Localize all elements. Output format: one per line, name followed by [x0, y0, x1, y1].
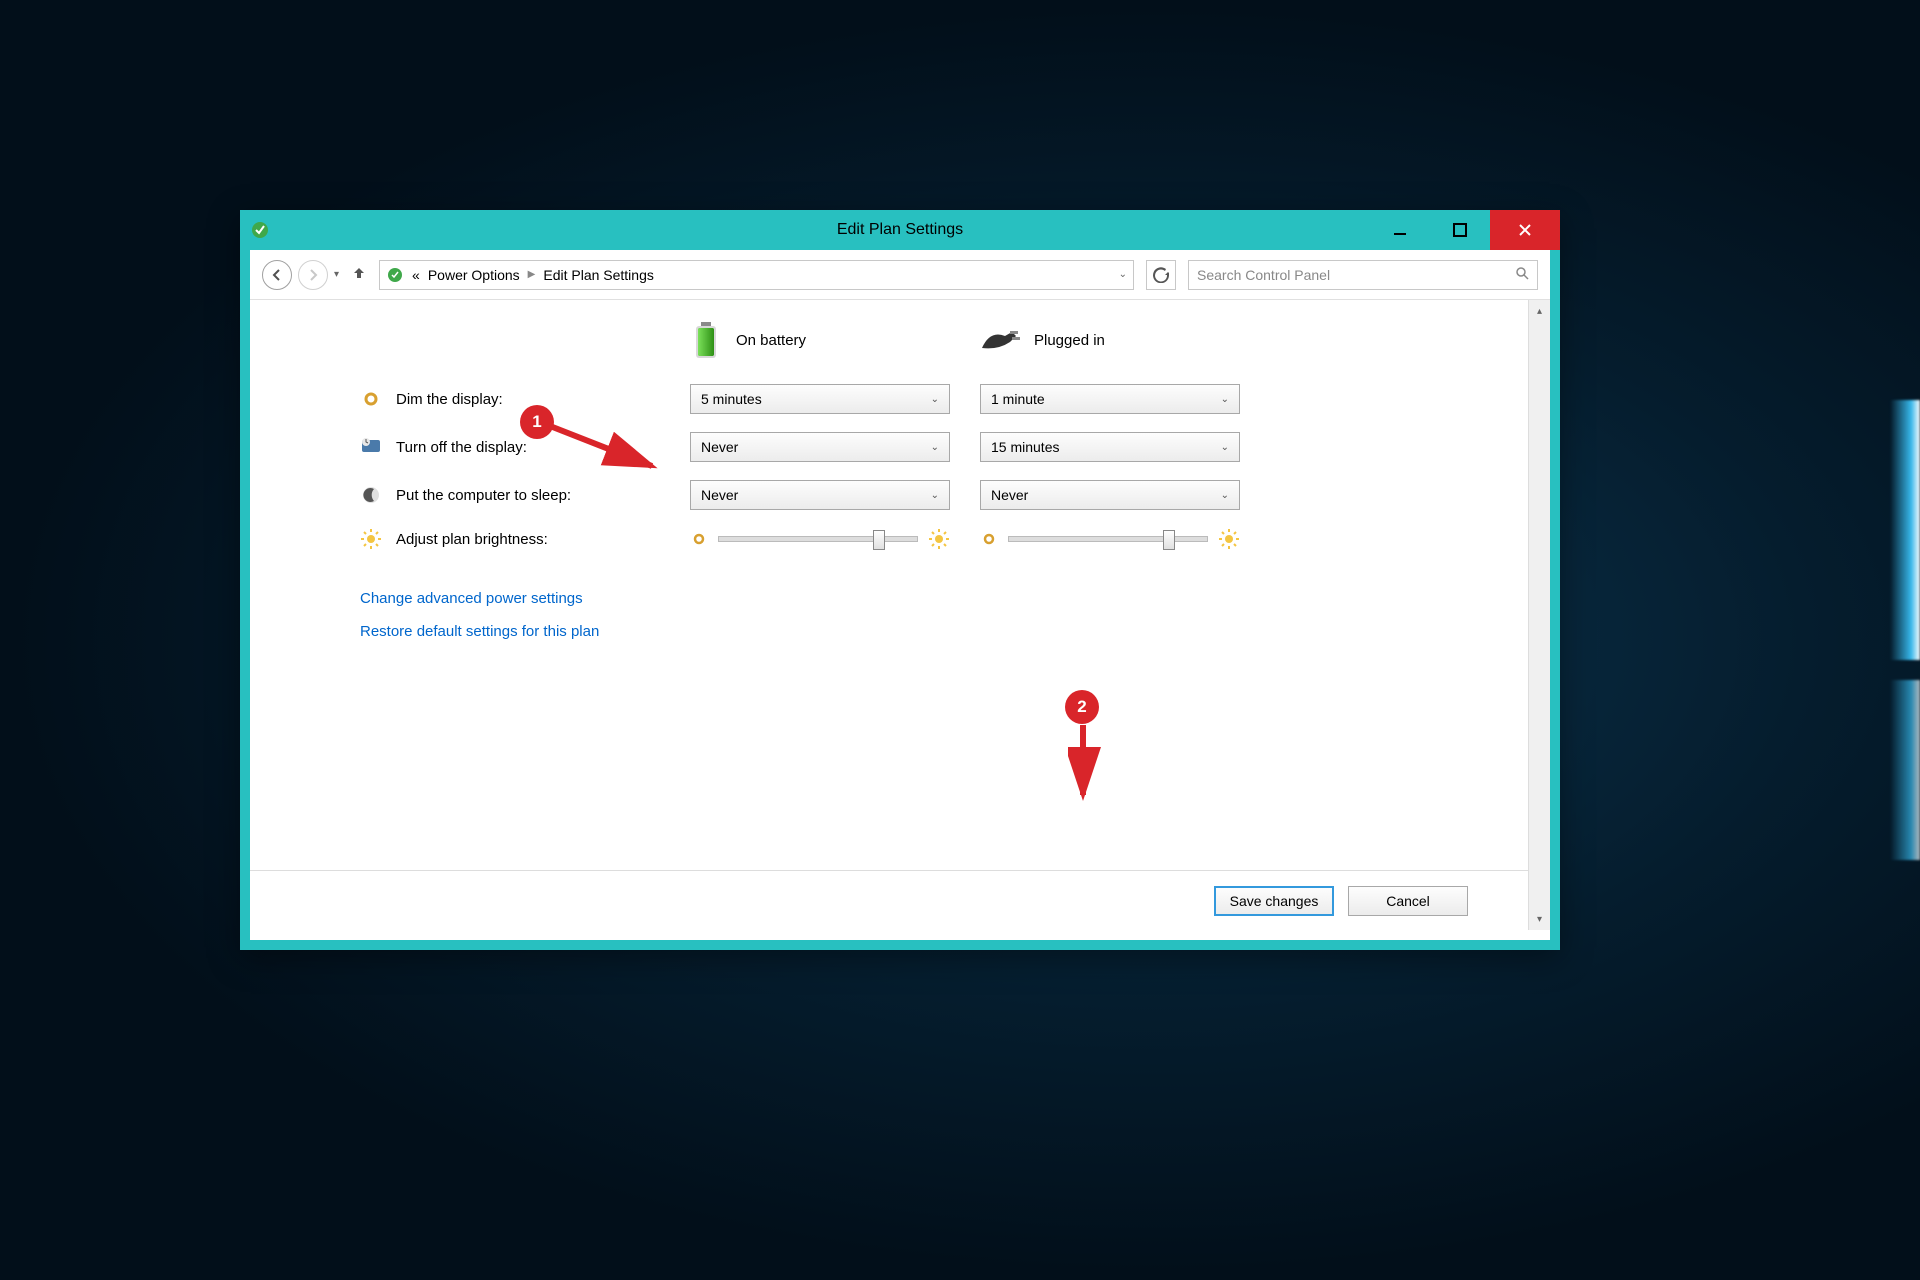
brightness-high-icon — [1218, 528, 1240, 550]
scroll-down-icon[interactable]: ▾ — [1529, 908, 1550, 930]
sleep-icon — [360, 484, 382, 506]
on-battery-header: On battery — [690, 320, 980, 360]
breadcrumb-prefix: « — [412, 267, 420, 283]
desktop-light-streak — [1890, 680, 1920, 860]
cancel-button[interactable]: Cancel — [1348, 886, 1468, 916]
turn-off-display-label: Turn off the display: — [396, 439, 527, 456]
search-input[interactable]: Search Control Panel — [1188, 260, 1538, 290]
restore-defaults-link[interactable]: Restore default settings for this plan — [360, 623, 1498, 640]
power-options-icon — [386, 266, 404, 284]
sleep-label: Put the computer to sleep: — [396, 487, 571, 504]
breadcrumb-item[interactable]: Power Options — [428, 267, 520, 283]
chevron-down-icon: ⌄ — [1221, 442, 1229, 453]
content-area: On battery Plugged in Dim the display: — [250, 300, 1528, 930]
brightness-battery-slider[interactable] — [718, 536, 918, 542]
change-advanced-link[interactable]: Change advanced power settings — [360, 590, 1498, 607]
turn-off-display-icon — [360, 436, 382, 458]
sleep-battery-value: Never — [701, 487, 738, 503]
forward-button[interactable] — [298, 260, 328, 290]
slider-thumb[interactable] — [873, 530, 885, 550]
annotation-arrow-1 — [542, 418, 672, 478]
annotation-badge-2: 2 — [1065, 690, 1099, 724]
battery-icon — [690, 320, 722, 360]
breadcrumb-separator-icon: ▶ — [528, 269, 536, 280]
turnoff-battery-value: Never — [701, 439, 738, 455]
plug-icon — [980, 328, 1020, 352]
breadcrumb-item[interactable]: Edit Plan Settings — [543, 267, 654, 283]
dim-plugged-dropdown[interactable]: 1 minute ⌄ — [980, 384, 1240, 414]
brightness-low-icon — [690, 530, 708, 548]
address-bar[interactable]: « Power Options ▶ Edit Plan Settings ⌄ — [379, 260, 1134, 290]
up-button[interactable] — [351, 265, 367, 284]
desktop-light-streak — [1890, 400, 1920, 660]
edit-plan-settings-window: Edit Plan Settings ▾ « — [240, 210, 1560, 950]
brightness-low-icon — [980, 530, 998, 548]
sleep-plugged-dropdown[interactable]: Never ⌄ — [980, 480, 1240, 510]
save-changes-button[interactable]: Save changes — [1214, 886, 1334, 916]
slider-thumb[interactable] — [1163, 530, 1175, 550]
annotation-badge-1: 1 — [520, 405, 554, 439]
search-placeholder: Search Control Panel — [1197, 267, 1330, 283]
chevron-down-icon: ⌄ — [931, 442, 939, 453]
titlebar[interactable]: Edit Plan Settings — [240, 210, 1560, 250]
chevron-down-icon: ⌄ — [1221, 490, 1229, 501]
dim-battery-value: 5 minutes — [701, 391, 762, 407]
brightness-label: Adjust plan brightness: — [396, 531, 548, 548]
scroll-up-icon[interactable]: ▴ — [1529, 300, 1550, 322]
brightness-plugged-slider[interactable] — [1008, 536, 1208, 542]
chevron-down-icon: ⌄ — [931, 394, 939, 405]
sleep-battery-dropdown[interactable]: Never ⌄ — [690, 480, 950, 510]
vertical-scrollbar[interactable]: ▴ ▾ — [1528, 300, 1550, 930]
on-battery-label: On battery — [736, 332, 806, 349]
dim-display-label: Dim the display: — [396, 391, 503, 408]
button-bar: Save changes Cancel — [250, 870, 1528, 930]
window-title: Edit Plan Settings — [240, 221, 1560, 239]
chevron-down-icon: ⌄ — [1221, 394, 1229, 405]
search-icon — [1515, 266, 1529, 283]
turnoff-battery-dropdown[interactable]: Never ⌄ — [690, 432, 950, 462]
refresh-button[interactable] — [1146, 260, 1176, 290]
brightness-high-icon — [928, 528, 950, 550]
plugged-in-header: Plugged in — [980, 328, 1270, 352]
turnoff-plugged-dropdown[interactable]: 15 minutes ⌄ — [980, 432, 1240, 462]
plugged-in-label: Plugged in — [1034, 332, 1105, 349]
history-chevron-icon[interactable]: ▾ — [334, 269, 339, 280]
dim-display-icon — [360, 388, 382, 410]
chevron-down-icon: ⌄ — [931, 490, 939, 501]
turnoff-plugged-value: 15 minutes — [991, 439, 1059, 455]
address-dropdown-icon[interactable]: ⌄ — [1119, 269, 1127, 280]
dim-plugged-value: 1 minute — [991, 391, 1045, 407]
explorer-toolbar: ▾ « Power Options ▶ Edit Plan Settings ⌄… — [250, 250, 1550, 300]
back-button[interactable] — [262, 260, 292, 290]
brightness-icon — [360, 528, 382, 550]
sleep-plugged-value: Never — [991, 487, 1028, 503]
annotation-arrow-2 — [1068, 720, 1108, 810]
dim-battery-dropdown[interactable]: 5 minutes ⌄ — [690, 384, 950, 414]
